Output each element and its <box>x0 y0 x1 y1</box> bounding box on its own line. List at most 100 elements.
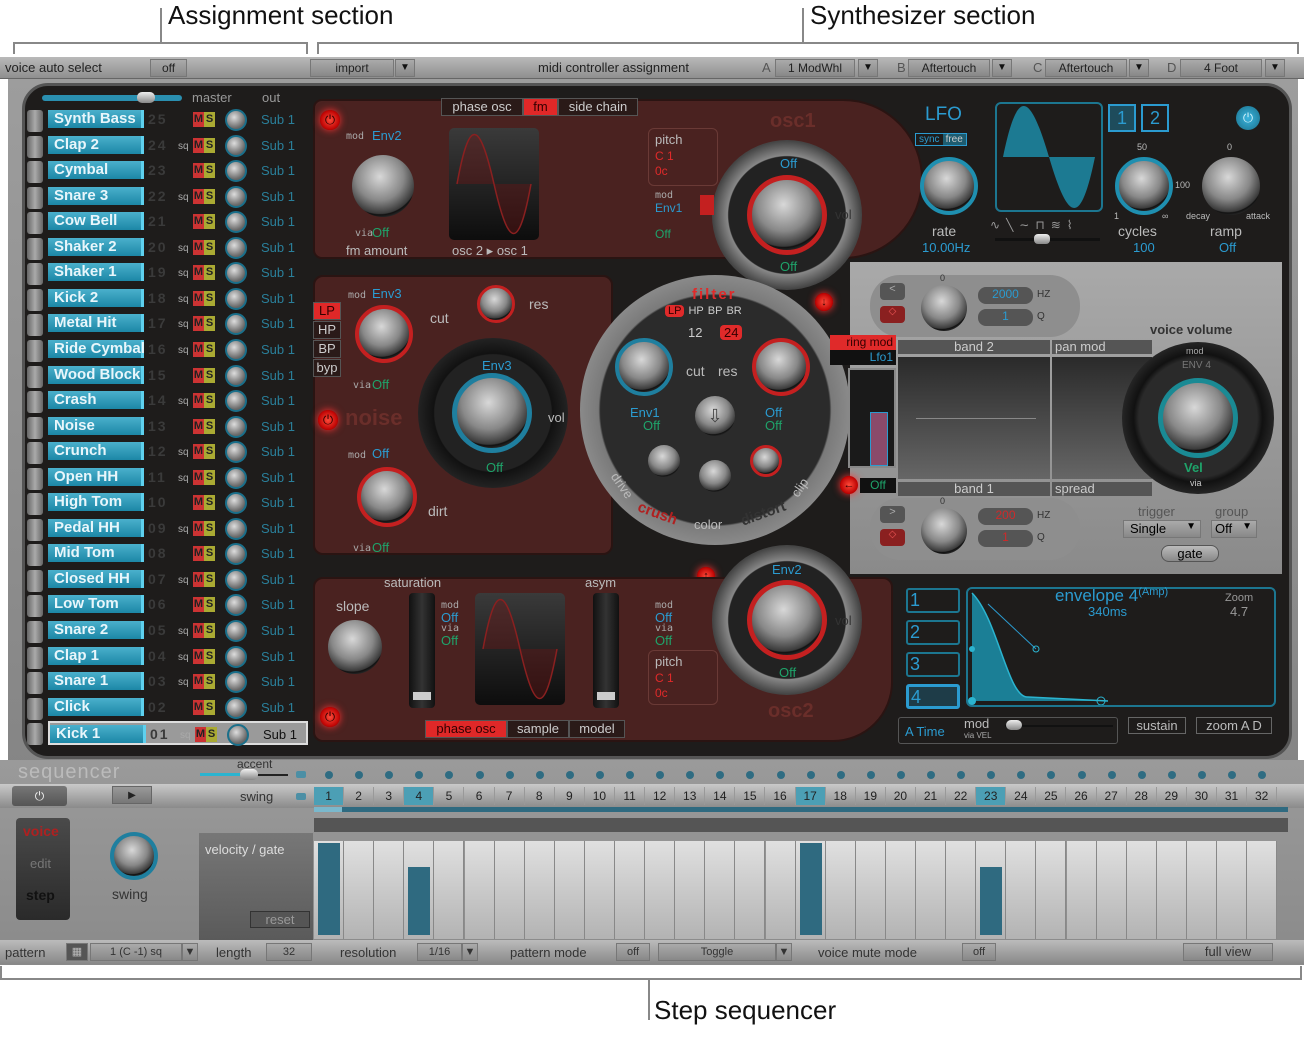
mute-button[interactable]: M <box>193 290 204 306</box>
ring-mod-via[interactable]: Off <box>860 478 896 493</box>
voice-output[interactable]: Sub 1 <box>261 291 295 306</box>
step-number[interactable]: 11 <box>615 787 646 805</box>
ctrl-b-dropdown[interactable]: Aftertouch <box>908 59 990 77</box>
step-number[interactable]: 8 <box>525 787 555 805</box>
voice-output[interactable]: Sub 1 <box>261 649 295 664</box>
mode-edit[interactable]: edit <box>30 856 51 871</box>
sequencer-power-button[interactable]: ⏻ <box>12 786 67 806</box>
step-number[interactable]: 18 <box>826 787 856 805</box>
voice-name[interactable]: Click <box>48 697 144 716</box>
pattern-grid-icon[interactable]: ▦ <box>66 943 88 961</box>
voice-name[interactable]: Pedal HH <box>48 518 144 537</box>
pan-knob[interactable] <box>225 160 247 183</box>
mute-button[interactable]: M <box>193 469 204 485</box>
step-number[interactable]: 9 <box>555 787 585 805</box>
mute-button[interactable]: M <box>193 418 204 434</box>
mute-button[interactable]: M <box>193 546 204 562</box>
velocity-step[interactable] <box>855 841 886 939</box>
osc2-tab-model[interactable]: model <box>569 720 625 738</box>
step-number[interactable]: 32 <box>1247 787 1278 805</box>
osc2-vol-knob[interactable] <box>747 580 827 660</box>
lfo-free-button[interactable]: free <box>942 134 966 145</box>
mute-button[interactable]: M <box>193 265 204 281</box>
accent-dot[interactable] <box>776 771 785 779</box>
voice-name[interactable]: Clap 2 <box>48 135 144 154</box>
mute-button[interactable]: M <box>193 571 204 587</box>
pan-knob[interactable] <box>225 594 247 617</box>
pattern-dropdown-arrow[interactable]: ▼ <box>182 943 198 961</box>
noise-cut-knob[interactable] <box>355 305 413 363</box>
step-number[interactable]: 6 <box>465 787 495 805</box>
step-number[interactable]: 22 <box>946 787 977 805</box>
noise-vol-knob[interactable] <box>452 373 532 453</box>
pan-knob[interactable] <box>225 671 247 694</box>
velocity-step[interactable] <box>765 841 796 939</box>
voice-volume-knob[interactable] <box>1158 378 1238 458</box>
pan-knob[interactable] <box>225 338 247 361</box>
velocity-step[interactable] <box>1247 841 1278 939</box>
noise-power-icon[interactable]: ⏻ <box>318 410 338 430</box>
velocity-step[interactable] <box>885 841 916 939</box>
pan-knob[interactable] <box>225 696 247 719</box>
voice-row[interactable]: Crunch 12 sq M S Sub 1 <box>48 440 308 464</box>
voice-key[interactable] <box>27 314 43 337</box>
solo-button[interactable]: S <box>206 727 217 743</box>
zoom-ad-button[interactable]: zoom A D <box>1196 717 1272 734</box>
pan-knob[interactable] <box>225 236 247 259</box>
filter-type-bp[interactable]: BP <box>708 305 723 317</box>
solo-button[interactable]: S <box>204 265 215 281</box>
step-number[interactable]: 14 <box>705 787 736 805</box>
solo-button[interactable]: S <box>204 520 215 536</box>
voice-name[interactable]: Closed HH <box>48 569 144 588</box>
accent-dot[interactable] <box>836 771 845 779</box>
voice-row[interactable]: Cymbal 23 M S Sub 1 <box>48 159 308 183</box>
band1-shelf-button[interactable]: > <box>880 506 905 523</box>
accent-slider-handle[interactable] <box>240 769 258 780</box>
velocity-step[interactable] <box>1036 841 1067 939</box>
velocity-bar[interactable] <box>318 843 341 935</box>
voice-name[interactable]: High Tom <box>48 493 144 512</box>
filter-route-button[interactable]: ⇩ <box>695 396 735 436</box>
voice-key[interactable] <box>27 595 43 618</box>
voice-row[interactable]: Snare 1 03 sq M S Sub 1 <box>48 670 308 694</box>
solo-button[interactable]: S <box>204 163 215 179</box>
voice-name[interactable]: Low Tom <box>48 595 144 614</box>
pan-knob[interactable] <box>225 492 247 515</box>
mute-button[interactable]: M <box>193 393 204 409</box>
accent-dot[interactable] <box>927 771 935 779</box>
mute-button[interactable]: M <box>193 137 204 153</box>
osc1-vol-mod[interactable]: Off <box>780 156 797 171</box>
solo-button[interactable]: S <box>204 444 215 460</box>
velocity-step[interactable] <box>344 841 375 939</box>
band2-q-field[interactable]: 1 <box>978 309 1033 326</box>
velocity-step[interactable] <box>735 841 766 939</box>
voice-output[interactable]: Sub 1 <box>261 393 295 408</box>
osc2-tab-sample[interactable]: sample <box>507 720 569 738</box>
env-selector-3[interactable]: 3 <box>906 652 960 677</box>
voice-volume-via[interactable]: Vel <box>1184 460 1203 475</box>
voice-key[interactable] <box>27 723 43 746</box>
mute-button[interactable]: M <box>193 188 204 204</box>
voice-name[interactable]: Cow Bell <box>48 212 144 231</box>
voice-name[interactable]: Clap 1 <box>48 646 144 665</box>
step-number[interactable]: 2 <box>344 787 375 805</box>
filter-res-knob[interactable] <box>752 338 810 396</box>
velocity-step[interactable] <box>1186 841 1217 939</box>
voice-row[interactable]: Pedal HH 09 sq M S Sub 1 <box>48 517 308 541</box>
accent-dot[interactable] <box>475 771 484 779</box>
solo-button[interactable]: S <box>204 367 215 383</box>
mute-button[interactable]: M <box>193 520 204 536</box>
pan-knob[interactable] <box>225 287 247 310</box>
voice-row[interactable]: Cow Bell 21 M S Sub 1 <box>48 210 308 234</box>
solo-button[interactable]: S <box>204 112 215 127</box>
ctrl-b-arrow[interactable]: ▼ <box>992 59 1012 77</box>
accent-dot[interactable] <box>1197 771 1206 779</box>
accent-row-toggle[interactable] <box>296 771 306 778</box>
step-number[interactable]: 16 <box>766 787 796 805</box>
step-number[interactable]: 28 <box>1127 787 1157 805</box>
resolution-arrow[interactable]: ▼ <box>462 943 478 961</box>
ring-mod-source[interactable]: Lfo1 <box>830 350 896 365</box>
voice-name[interactable]: Wood Block <box>48 365 144 384</box>
fm-mod-value[interactable]: Env2 <box>372 128 402 143</box>
group-dropdown[interactable]: Off ▼ <box>1211 520 1257 538</box>
